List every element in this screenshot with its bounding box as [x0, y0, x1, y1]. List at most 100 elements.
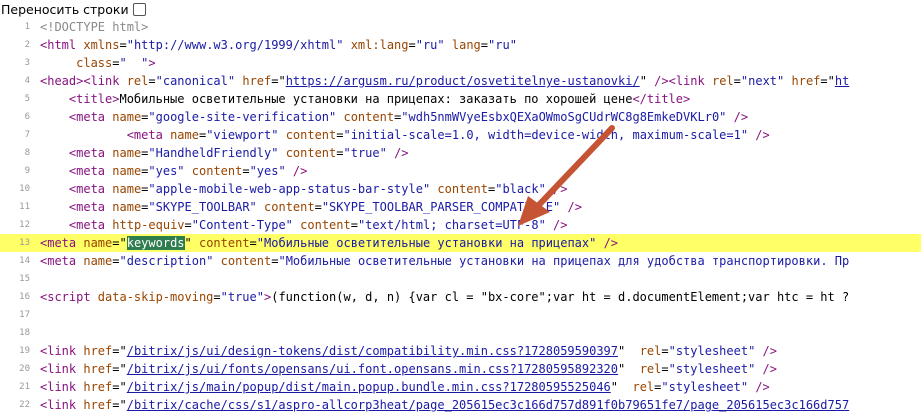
source-line: 4 <head><link rel="canonical" href="https… [0, 72, 921, 90]
source-line: 17 [0, 306, 921, 324]
source-link[interactable]: https://argusm.ru/product/osvetitelnye-u… [286, 74, 640, 88]
source-view: 1 <!DOCTYPE html> 2 <html xmlns="http://www… [0, 18, 921, 415]
source-link[interactable]: /bitrix/cache/css/s1/aspro-allcorp3heat/… [127, 398, 849, 412]
attribute-name: name [112, 146, 142, 160]
tag-token: /> [748, 380, 770, 394]
source-link[interactable]: /bitrix/js/main/popup/dist/main.popup.bu… [127, 380, 611, 394]
attribute-value: "stylesheet" [661, 380, 749, 394]
tag-token: <meta [68, 218, 113, 232]
attribute-name: content [198, 236, 250, 250]
line-code: <link href="/bitrix/js/main/popup/dist/m… [40, 378, 770, 396]
source-link[interactable]: /bitrix/js/ui/fonts/opensans/ui.font.ope… [127, 362, 618, 376]
line-number: 14 [19, 256, 30, 266]
line-number: 15 [19, 274, 30, 284]
tag-token: <meta [40, 254, 84, 268]
tag-token: <meta [68, 146, 113, 160]
attribute-name: content [220, 254, 272, 268]
attribute-name: href [83, 380, 113, 394]
line-code: <meta name="SKYPE_TOOLBAR" content="SKYP… [40, 198, 582, 216]
tag-token: <meta [68, 110, 113, 124]
line-number: 9 [24, 166, 30, 176]
line-code: <!DOCTYPE html> [40, 18, 148, 36]
attribute-value: "initial-scale=1.0, width=device-width, … [343, 128, 749, 142]
tag-token: /> [386, 146, 409, 160]
code-text: =" [112, 362, 127, 376]
code-text: = [112, 254, 120, 268]
attribute-value: "Мобильные осветительные установки на пр… [278, 254, 850, 268]
attribute-value: "true" [220, 290, 264, 304]
attribute-value: "true" [343, 146, 387, 160]
line-code: <link href="/bitrix/cache/css/s1/aspro-a… [40, 396, 849, 414]
tag-token: /> [545, 218, 568, 232]
line-number: 3 [24, 58, 30, 68]
attribute-name: content [300, 218, 351, 232]
attribute-value: "ru" [488, 38, 517, 52]
tag-token: <meta [68, 182, 113, 196]
attribute-name: class [76, 56, 113, 70]
source-line: 5 <title>Мобильные осветительные установ… [0, 90, 921, 108]
source-line: 8 <meta name="HandheldFriendly" content=… [0, 144, 921, 162]
tag-token: <link [40, 380, 84, 394]
source-line: 1 <!DOCTYPE html> [0, 18, 921, 36]
line-code: <link href="/bitrix/js/ui/design-tokens/… [40, 342, 777, 360]
source-line: 9 <meta name="yes" content="yes" /> [0, 162, 921, 180]
keywords-selection: keywords [126, 236, 185, 250]
line-number: 13 [19, 238, 30, 248]
source-line: 18 [0, 324, 921, 342]
code-text: Мобильные осветительные установки на при… [119, 92, 633, 106]
source-link[interactable]: ht [835, 74, 849, 88]
code-text: =" [820, 74, 835, 88]
source-line: 19 <link href="/bitrix/js/ui/design-token… [0, 342, 921, 360]
attribute-name: rel [632, 380, 655, 394]
attribute-name: rel [639, 344, 662, 358]
source-link[interactable]: /bitrix/js/ui/design-tokens/dist/compati… [127, 344, 618, 358]
doctype-comment: <!DOCTYPE html> [40, 20, 149, 34]
line-number: 11 [19, 202, 30, 212]
attribute-name: name [170, 128, 199, 142]
tag-token: /> [596, 236, 619, 250]
attribute-name: href [83, 398, 113, 412]
line-code: <meta http-equiv="Content-Type" content=… [40, 216, 568, 234]
tag-token: /> [726, 110, 749, 124]
attribute-value: "google-site-verification" [148, 110, 337, 124]
attribute-name: xml:lang [350, 38, 409, 52]
source-line-highlighted: 13 <meta name="keywords" content="Мобильн… [0, 234, 921, 252]
line-code: <meta name="apple-mobile-web-app-status-… [40, 180, 568, 198]
code-text: =" [112, 380, 127, 394]
attribute-value: "stylesheet" [668, 362, 756, 376]
tag-token: /> [748, 128, 770, 142]
attribute-value: "viewport" [206, 128, 279, 142]
attribute-name: content [343, 110, 395, 124]
code-text: " [618, 344, 640, 358]
source-line: 21 <link href="/bitrix/js/main/popup/dist… [0, 378, 921, 396]
line-code: <meta name="HandheldFriendly" content="t… [40, 144, 409, 162]
tag-token: <script [40, 290, 98, 304]
attribute-name: href [83, 344, 113, 358]
tag-token: <meta [40, 236, 84, 250]
tag-token: <head><link [40, 74, 127, 88]
attribute-value: "black" [495, 182, 546, 196]
attribute-value: "text/html; charset=UTF-8" [357, 218, 546, 232]
attribute-value: "HandheldFriendly" [148, 146, 279, 160]
attribute-name: content [191, 164, 243, 178]
tag-token: <title> [68, 92, 120, 106]
attribute-name: content [437, 182, 488, 196]
tag-token: <html [40, 38, 84, 52]
tag-token: <meta [126, 128, 171, 142]
tag-token: <meta [68, 200, 113, 214]
line-code: <title>Мобильные осветительные установки… [40, 90, 690, 108]
wrap-lines-checkbox[interactable] [132, 2, 146, 16]
line-number: 5 [24, 94, 30, 104]
code-text: " [184, 236, 199, 250]
source-line: 15 [0, 270, 921, 288]
attribute-value: "wdh5nmWVyeEsbxQEXaOWmoSgCUdrWC8g8EmkeDV… [401, 110, 727, 124]
attribute-value: "SKYPE_TOOLBAR_PARSER_COMPATIBLE" [321, 200, 561, 214]
tag-token: <link [40, 362, 84, 376]
